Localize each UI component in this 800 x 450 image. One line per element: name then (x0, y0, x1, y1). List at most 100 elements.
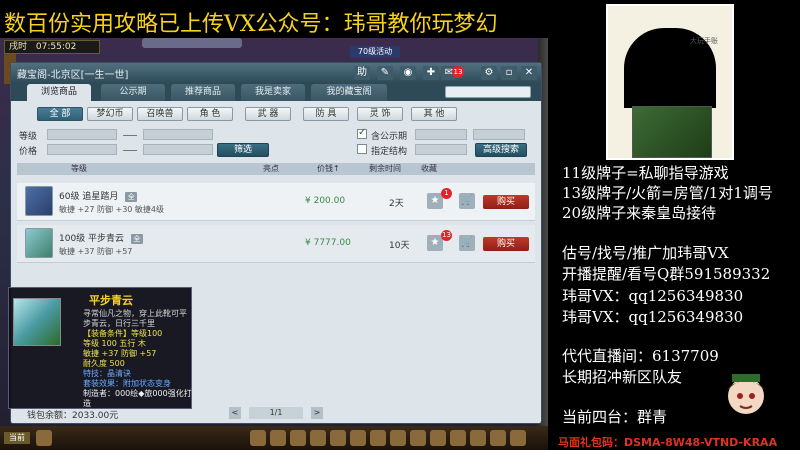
banner-text: 数百份实用攻略已上传VX公众号：玮哥教你玩梦幻 (4, 12, 498, 37)
game-clock: 戌时 07:55:02 (4, 40, 100, 54)
close-icon[interactable]: ✕ (521, 66, 537, 80)
item-price: ¥ 200.00 (305, 196, 346, 206)
category-coins[interactable]: 梦幻币 (87, 107, 133, 121)
settings-icon[interactable]: ◉ (400, 66, 416, 80)
category-other[interactable]: 其 他 (411, 107, 457, 121)
col-price[interactable]: 价钱↑ (317, 163, 340, 175)
level-range-dash (123, 135, 137, 136)
skill-icon[interactable] (490, 430, 506, 446)
col-attr[interactable]: 亮点 (263, 163, 279, 175)
tab-my-pavilion[interactable]: 我的藏宝阁 (311, 84, 387, 101)
help-button[interactable]: 助 (354, 66, 370, 80)
skill-icon[interactable] (250, 430, 266, 446)
window-titlebar[interactable]: 藏宝阁-北京区[一生一世] 助 ✎ ◉ ✚ ✉ 13 ⚙ ▫ ✕ (11, 63, 541, 83)
include-notice-checkbox[interactable] (357, 127, 367, 139)
filter-button[interactable]: 筛选 (217, 143, 269, 157)
skill-icon[interactable] (290, 430, 306, 446)
boots-item-icon[interactable] (25, 186, 53, 216)
refresh-icon[interactable]: ✚ (423, 66, 439, 80)
notice-select-a[interactable] (415, 129, 467, 140)
skill-icon[interactable] (350, 430, 366, 446)
boots-item-icon[interactable] (25, 228, 53, 258)
overlay-line: 11级牌子=私聊指导游戏 (562, 164, 729, 182)
category-roles[interactable]: 角 色 (187, 107, 233, 121)
item-time-left: 10天 (389, 241, 410, 251)
price-max-input[interactable] (143, 144, 213, 155)
wallet-balance: 钱包余额：2033.00元 (27, 411, 119, 421)
col-time-left[interactable]: 剩余时间 (369, 163, 401, 175)
skill-icon[interactable] (330, 430, 346, 446)
category-ornaments[interactable]: 灵 饰 (357, 107, 403, 121)
search-input[interactable] (445, 86, 531, 98)
buy-button[interactable]: 购买 (483, 195, 529, 209)
table-row[interactable]: 60级 追星踏月 全 敏捷 +27 防御 +30 敏捷4级 ¥ 200.00 2… (17, 183, 535, 221)
pager-prev-button[interactable]: < (229, 407, 241, 419)
minimize-icon[interactable]: ▫ (501, 66, 517, 80)
category-armor[interactable]: 防 具 (303, 107, 349, 121)
qr-caption: 大玩手账 (690, 37, 718, 45)
notice-select-b[interactable] (473, 129, 525, 140)
tooltip-line: 造 (83, 399, 91, 408)
cart-icon[interactable]: 🛒 (459, 235, 475, 251)
price-range-dash (123, 150, 137, 151)
item-stats: 敏捷 +27 防御 +30 敏捷4级 (59, 205, 165, 214)
overlay-line: 玮哥VX：qq1256349830 (562, 308, 744, 326)
window-title: 藏宝阁-北京区[一生一世] (17, 70, 129, 81)
skill-icon[interactable] (370, 430, 386, 446)
item-price: ¥ 7777.00 (305, 238, 351, 248)
top-status-bar (142, 38, 242, 48)
mail-badge: 13 (452, 66, 464, 78)
main-tabs: 浏览商品 公示期 推荐商品 我是卖家 我的藏宝阁 (11, 83, 541, 101)
price-min-input[interactable] (47, 144, 117, 155)
pager-next-button[interactable]: > (311, 407, 323, 419)
designated-label: 指定结构 (371, 147, 408, 157)
cart-icon[interactable]: 🛒 (459, 193, 475, 209)
skill-icon[interactable] (410, 430, 426, 446)
include-notice-label: 含公示期 (371, 132, 408, 142)
table-row[interactable]: 100级 平步青云 全 敏捷 +37 防御 +57 ¥ 7777.00 10天 … (17, 225, 535, 263)
skill-icon[interactable] (270, 430, 286, 446)
level-filter-label: 等级 (19, 132, 38, 142)
category-weapons[interactable]: 武 器 (245, 107, 291, 121)
overlay-line: 估号/找号/推广加玮哥VX (562, 244, 729, 262)
skill-icon[interactable] (470, 430, 486, 446)
item-tooltip: 平步青云 寻常仙凡之物，穿上此靴可平 步青云，日行三千里 【装备条件】等级100… (8, 287, 192, 409)
tab-browse[interactable]: 浏览商品 (27, 84, 91, 101)
tooltip-line: 制造者：000绘◆旅000强化打 (83, 389, 192, 398)
time-value: 07:55:02 (35, 42, 77, 52)
buy-button[interactable]: 购买 (483, 237, 529, 251)
tab-recommend[interactable]: 推荐商品 (171, 84, 235, 101)
col-fav[interactable]: 收藏 (421, 163, 437, 175)
skill-icon[interactable] (510, 430, 526, 446)
pin-icon[interactable]: ✎ (377, 66, 393, 80)
category-all[interactable]: 全 部 (37, 107, 83, 121)
skill-icon[interactable] (450, 430, 466, 446)
item-tag: 全 (130, 234, 143, 244)
time-label: 戌时 (9, 42, 28, 52)
level-min-input[interactable] (47, 129, 117, 140)
designated-checkbox[interactable] (357, 144, 367, 154)
item-time-left: 2天 (389, 199, 404, 209)
overlay-line: 长期招冲新区队友 (562, 368, 683, 386)
item-stats: 敏捷 +37 防御 +57 (59, 247, 133, 256)
tooltip-item-name: 平步青云 (89, 294, 133, 307)
overlay-line: 当前四台：群青 (562, 408, 668, 426)
advanced-search-button[interactable]: 高级搜索 (475, 143, 527, 157)
category-pets[interactable]: 召唤兽 (137, 107, 183, 121)
skill-icon[interactable] (430, 430, 446, 446)
skill-icon[interactable] (390, 430, 406, 446)
price-filter-label: 价格 (19, 147, 38, 157)
overlay-line: 玮哥VX：qq1256349830 (562, 287, 744, 305)
col-level[interactable]: 等级 (71, 163, 87, 175)
skill-icon[interactable] (310, 430, 326, 446)
overlay-line: 开播提醒/看号Q群591589332 (562, 265, 771, 283)
event-tag[interactable]: 70级活动 (350, 46, 400, 58)
designated-select[interactable] (415, 144, 467, 155)
tab-seller[interactable]: 我是卖家 (241, 84, 305, 101)
gear-icon[interactable]: ⚙ (481, 66, 497, 80)
emote-icon[interactable] (36, 430, 52, 446)
tab-notice[interactable]: 公示期 (101, 84, 165, 101)
level-max-input[interactable] (143, 129, 213, 140)
fav-count-badge: 1 (441, 188, 452, 199)
chat-channel-button[interactable]: 当前 (4, 432, 30, 444)
